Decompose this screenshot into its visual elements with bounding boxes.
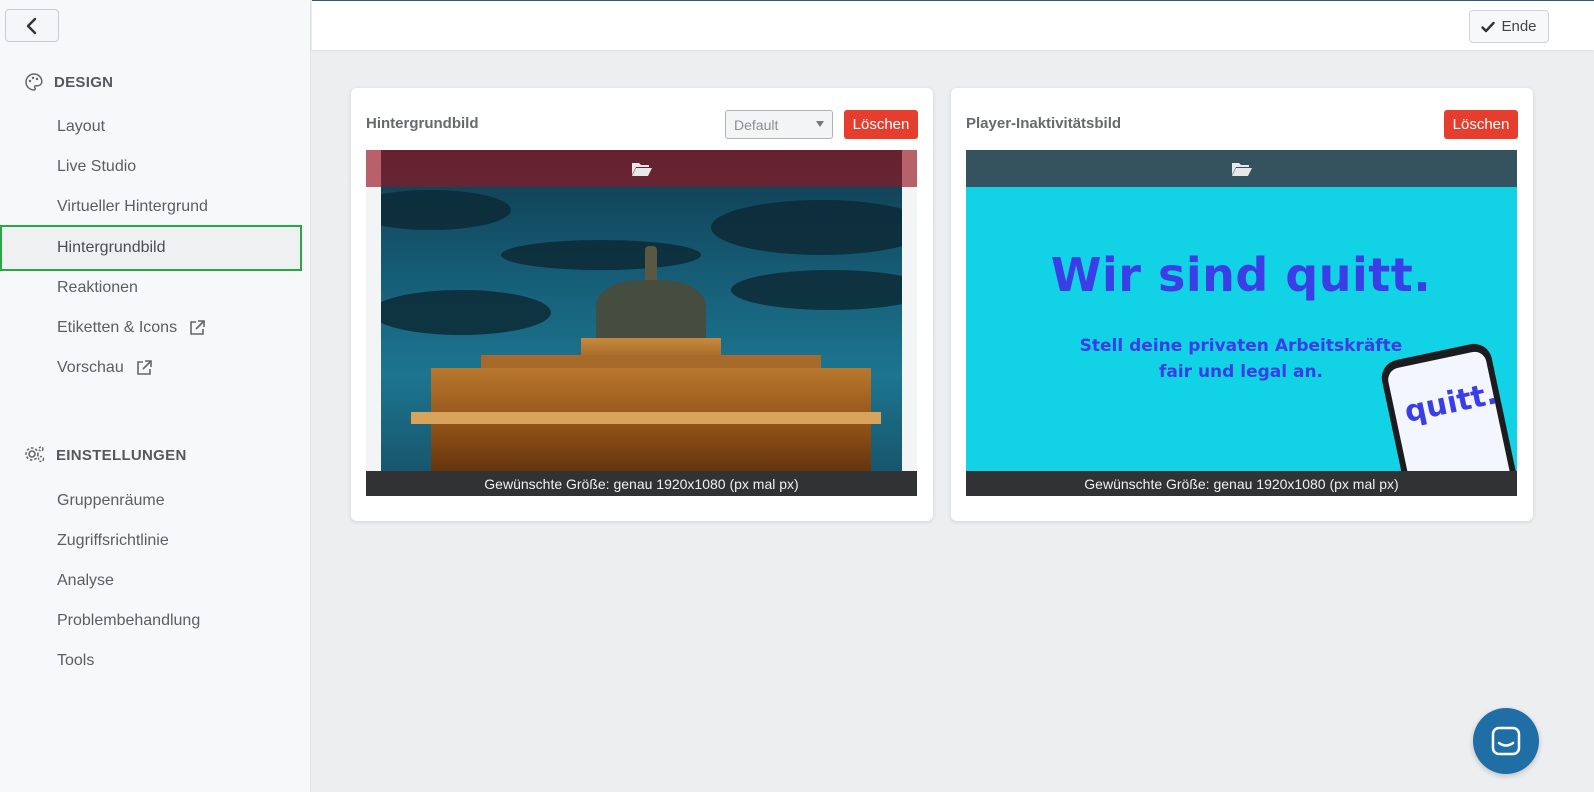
sidebar-item-label: Zugriffsrichtlinie xyxy=(57,532,169,549)
delete-button-label: Löschen xyxy=(1452,116,1510,133)
end-button[interactable]: Ende xyxy=(1469,10,1549,43)
cloud-shape xyxy=(381,290,551,335)
palette-icon xyxy=(25,73,43,91)
player-inactivity-image-card: Player-Inaktivitätsbild Löschen Wir sind… xyxy=(951,88,1533,521)
sidebar-item-label: Live Studio xyxy=(57,158,137,175)
image-headline: Wir sind quitt. xyxy=(1050,248,1432,302)
quadriga-shape xyxy=(596,280,706,345)
cloud-shape xyxy=(381,190,511,230)
sidebar-item-label: Analyse xyxy=(57,572,114,589)
sidebar-item-labels-icons[interactable]: Etiketten & Icons xyxy=(0,308,302,348)
sidebar-item-tools[interactable]: Tools xyxy=(0,641,302,681)
background-image-preview: Gewünschte Größe: genau 1920x1080 (px ma… xyxy=(366,150,917,496)
cloud-shape xyxy=(501,240,701,270)
settings-heading-label: EINSTELLUNGEN xyxy=(56,446,187,464)
image-subline: Stell deine privaten Arbeitskräfte fair … xyxy=(1051,333,1431,385)
sidebar-item-virtual-background[interactable]: Virtueller Hintergrund xyxy=(0,187,302,227)
chevron-left-icon xyxy=(26,17,37,34)
quitt-ad-image: Wir sind quitt. Stell deine privaten Arb… xyxy=(966,150,1517,496)
upload-bar[interactable] xyxy=(966,150,1517,187)
sidebar: DESIGN Layout Live Studio Virtueller Hin… xyxy=(0,0,311,792)
sidebar-item-label: Gruppenräume xyxy=(57,492,165,509)
sidebar-item-label: Hintergrundbild xyxy=(57,239,166,256)
image-subline-1: Stell deine privaten Arbeitskräfte xyxy=(1079,336,1403,356)
sidebar-item-reactions[interactable]: Reaktionen xyxy=(0,268,302,308)
sidebar-item-label: Layout xyxy=(57,118,106,135)
sidebar-item-layout[interactable]: Layout xyxy=(0,107,302,147)
select-value: Default xyxy=(734,116,779,133)
sidebar-item-label: Problembehandlung xyxy=(57,612,201,629)
image-subline-2: fair und legal an. xyxy=(1158,362,1324,382)
sidebar-item-live-studio[interactable]: Live Studio xyxy=(0,147,302,187)
sidebar-item-label: Etiketten & Icons xyxy=(57,319,178,336)
design-heading-label: DESIGN xyxy=(54,73,114,91)
sidebar-item-analytics[interactable]: Analyse xyxy=(0,561,302,601)
sidebar-item-background-image[interactable]: Hintergrundbild xyxy=(0,225,302,271)
sidebar-item-label: Tools xyxy=(57,652,95,669)
check-icon xyxy=(1481,21,1496,32)
chat-launcher-button[interactable] xyxy=(1473,708,1539,774)
cloud-shape xyxy=(731,270,902,310)
delete-button[interactable]: Löschen xyxy=(844,110,918,139)
sidebar-item-preview[interactable]: Vorschau xyxy=(0,348,302,388)
external-link-icon xyxy=(136,360,152,375)
sidebar-item-group-rooms[interactable]: Gruppenräume xyxy=(0,481,302,521)
background-image-card: Hintergrundbild Default Löschen Gewünsch… xyxy=(351,88,933,521)
brandenburg-gate-photo xyxy=(381,150,902,496)
inactivity-image-preview: Wir sind quitt. Stell deine privaten Arb… xyxy=(966,150,1517,496)
gate-cornice-shape xyxy=(411,412,881,424)
folder-open-icon xyxy=(631,162,652,176)
sidebar-item-access-policy[interactable]: Zugriffsrichtlinie xyxy=(0,521,302,561)
card-title: Hintergrundbild xyxy=(366,115,479,132)
chat-icon xyxy=(1491,726,1521,756)
external-link-icon xyxy=(190,320,205,335)
top-bar: Ende xyxy=(312,0,1594,50)
delete-button[interactable]: Löschen xyxy=(1444,110,1518,139)
settings-section-heading: EINSTELLUNGEN xyxy=(24,445,187,465)
sidebar-item-label: Reaktionen xyxy=(57,279,138,296)
phone-logo: quitt. xyxy=(1401,376,1501,430)
size-hint-caption: Gewünschte Größe: genau 1920x1080 (px ma… xyxy=(966,471,1517,496)
cloud-shape xyxy=(711,200,902,255)
design-section-heading: DESIGN xyxy=(24,72,113,92)
image-variant-select[interactable]: Default xyxy=(725,110,833,139)
size-hint-caption: Gewünschte Größe: genau 1920x1080 (px ma… xyxy=(366,471,917,496)
upload-bar[interactable] xyxy=(366,150,917,187)
sidebar-item-label: Virtueller Hintergrund xyxy=(57,198,208,215)
end-button-label: Ende xyxy=(1501,18,1537,35)
card-title: Player-Inaktivitätsbild xyxy=(966,115,1122,132)
folder-open-icon xyxy=(1231,162,1252,176)
back-button[interactable] xyxy=(5,9,59,42)
sidebar-item-label: Vorschau xyxy=(57,359,124,376)
sidebar-item-troubleshooting[interactable]: Problembehandlung xyxy=(0,601,302,641)
caret-down-icon xyxy=(816,121,824,127)
gears-icon xyxy=(25,446,45,463)
delete-button-label: Löschen xyxy=(852,116,910,133)
